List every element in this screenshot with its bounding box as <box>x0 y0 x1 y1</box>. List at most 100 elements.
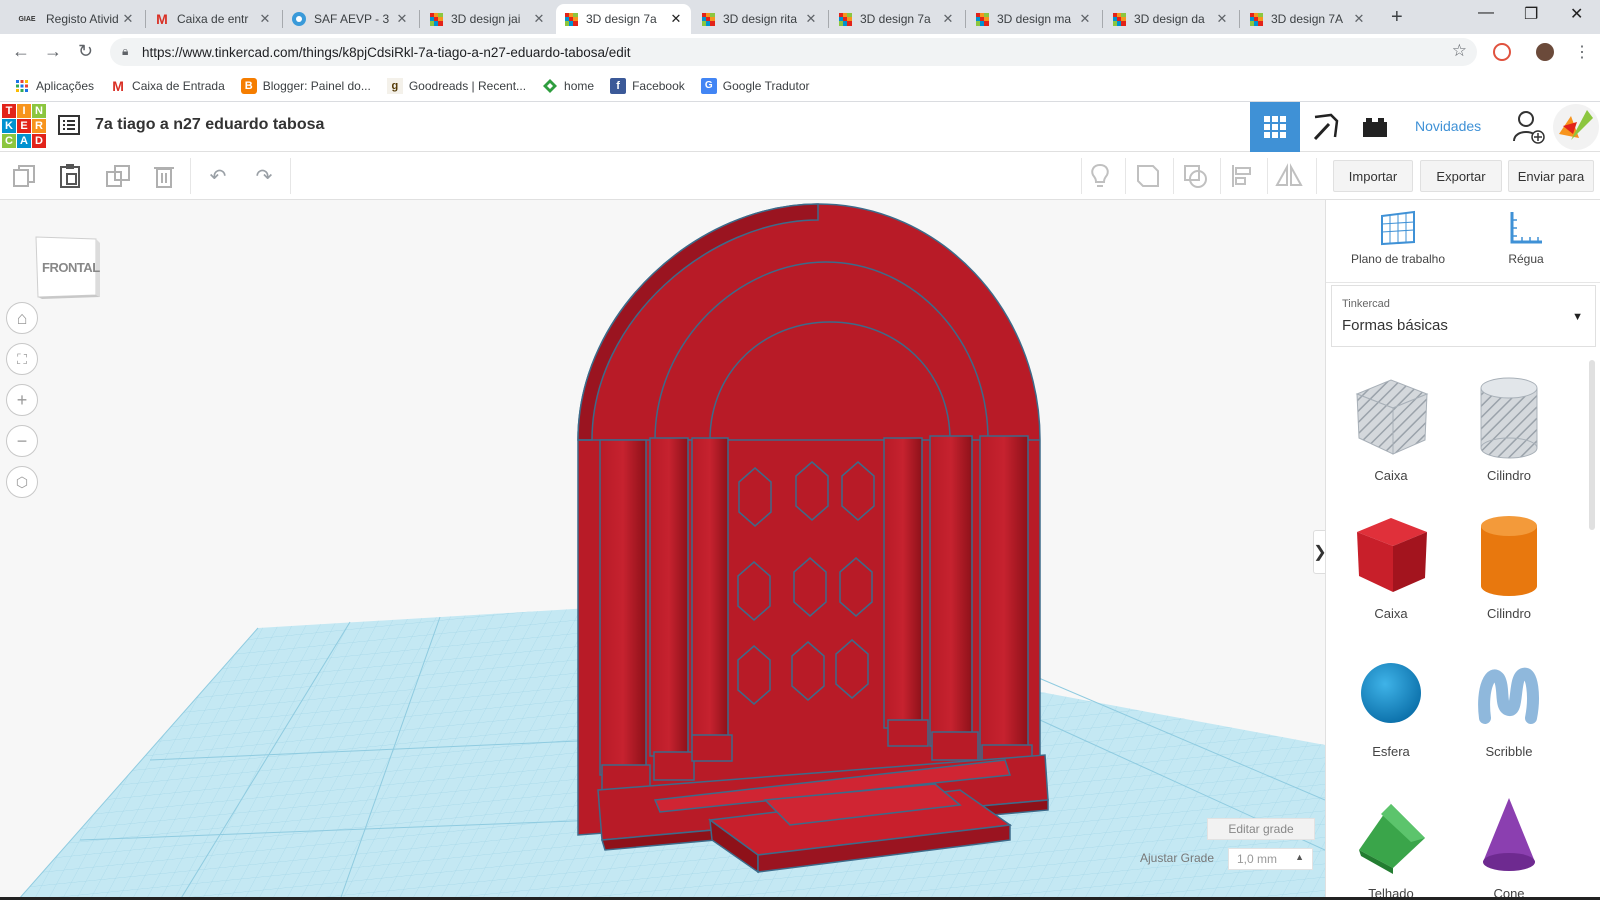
close-tab-icon[interactable]: ✕ <box>804 11 818 27</box>
paste-icon[interactable] <box>56 162 84 190</box>
zoom-out-icon[interactable]: − <box>6 425 38 457</box>
tab-title: 3D design ma <box>997 12 1072 26</box>
snap-grid-select[interactable]: 1,0 mm ▲ <box>1228 848 1313 870</box>
send-to-button[interactable]: Enviar para <box>1508 160 1594 192</box>
bookmark-goodreads[interactable]: g Goodreads | Recent... <box>386 77 526 94</box>
close-tab-icon[interactable]: ✕ <box>1078 11 1092 27</box>
close-tab-icon[interactable]: ✕ <box>1352 11 1366 27</box>
box-hole-icon <box>1355 379 1429 455</box>
profile-avatar[interactable] <box>1536 43 1554 61</box>
tinkercad-logo[interactable]: T I N K E R C A D <box>2 104 46 150</box>
fit-view-icon[interactable]: ⛶ <box>6 343 38 375</box>
shape-roof[interactable]: Telhado <box>1336 790 1446 900</box>
minecraft-button[interactable] <box>1300 102 1350 152</box>
url-bar[interactable]: 🔒︎ https://www.tinkercad.com/things/k8pj… <box>110 38 1477 66</box>
shape-cone[interactable]: Cone <box>1454 790 1564 900</box>
bookmark-blogger[interactable]: B Blogger: Painel do... <box>240 77 371 94</box>
shape-scribble[interactable]: Scribble <box>1454 648 1564 759</box>
reload-icon[interactable]: ↻ <box>78 41 93 62</box>
bookmark-home[interactable]: home <box>542 78 594 94</box>
lightbulb-icon[interactable] <box>1086 162 1114 190</box>
home-view-icon[interactable]: ⌂ <box>6 302 38 334</box>
shapes-panel: Plano de trabalho Régua Tinkercad Formas… <box>1325 200 1600 900</box>
close-tab-icon[interactable]: ✕ <box>121 11 135 27</box>
edit-grid-button[interactable]: Editar grade <box>1207 818 1315 840</box>
shape-cylinder[interactable]: Cilindro <box>1454 510 1564 621</box>
tab-title: SAF AEVP - 3 <box>314 12 390 26</box>
logo-letter: I <box>17 104 31 118</box>
extension-icon[interactable] <box>1493 43 1511 61</box>
whats-new-link[interactable]: Novidades <box>1415 118 1481 134</box>
design-list-icon[interactable] <box>58 114 80 136</box>
view-cube-label[interactable]: FRONTAL <box>42 260 100 275</box>
undo-icon[interactable]: ↶ <box>204 162 232 190</box>
group-icon[interactable] <box>1134 162 1162 190</box>
close-tab-icon[interactable]: ✕ <box>669 11 683 27</box>
browser-tab-active[interactable]: 3D design 7a ✕ <box>556 4 691 34</box>
ruler-button[interactable]: Régua <box>1466 210 1586 280</box>
duplicate-icon[interactable] <box>104 162 132 190</box>
browser-tab[interactable]: 3D design jai ✕ <box>421 4 554 34</box>
red-arch-model[interactable] <box>577 203 1049 874</box>
design-title[interactable]: 7a tiago a n27 eduardo tabosa <box>95 116 324 134</box>
browser-tab[interactable]: 3D design da ✕ <box>1104 4 1237 34</box>
workplane-scene[interactable] <box>0 200 1325 900</box>
logo-letter: T <box>2 104 16 118</box>
browser-tab[interactable]: 3D design 7a ✕ <box>830 4 963 34</box>
export-button[interactable]: Exportar <box>1420 160 1502 192</box>
3d-view-button[interactable] <box>1250 102 1300 152</box>
browser-tab[interactable]: M Caixa de entr ✕ <box>147 4 280 34</box>
workplane-button[interactable]: Plano de trabalho <box>1338 210 1458 280</box>
facebook-icon: f <box>610 77 627 94</box>
import-button[interactable]: Importar <box>1333 160 1413 192</box>
bookmark-facebook[interactable]: f Facebook <box>610 77 685 94</box>
shape-cylinder-hole[interactable]: Cilindro <box>1454 372 1564 483</box>
close-tab-icon[interactable]: ✕ <box>258 11 272 27</box>
browser-tab[interactable]: 3D design 7A ✕ <box>1241 4 1374 34</box>
shape-box-hole[interactable]: Caixa <box>1336 372 1446 483</box>
logo-letter: N <box>32 104 46 118</box>
back-icon[interactable]: ← <box>12 41 30 62</box>
redo-icon[interactable]: ↷ <box>250 162 278 190</box>
url-text[interactable]: https://www.tinkercad.com/things/k8pjCds… <box>142 45 631 60</box>
panel-collapse-icon[interactable]: ❯ <box>1313 530 1325 574</box>
bookmark-star-icon[interactable]: ☆ <box>1452 41 1467 61</box>
user-avatar[interactable] <box>1553 104 1599 150</box>
copy-icon[interactable] <box>10 162 38 190</box>
shape-box[interactable]: Caixa <box>1336 510 1446 621</box>
close-tab-icon[interactable]: ✕ <box>1215 11 1229 27</box>
delete-icon[interactable] <box>150 162 178 190</box>
address-bar-row: ← → ↻ 🔒︎ https://www.tinkercad.com/thing… <box>0 34 1600 70</box>
perspective-icon[interactable]: ⬡ <box>6 466 38 498</box>
close-window-icon[interactable]: ✕ <box>1570 4 1583 24</box>
cylinder-hole-icon <box>1480 377 1538 459</box>
close-tab-icon[interactable]: ✕ <box>395 11 409 27</box>
browser-tab[interactable]: 3D design ma ✕ <box>967 4 1100 34</box>
bookmark-gmail[interactable]: M Caixa de Entrada <box>110 78 225 94</box>
tab-title: 3D design 7A <box>1271 12 1344 26</box>
browser-tab[interactable]: GIAE Registo Ativid ✕ <box>8 4 143 34</box>
mirror-icon[interactable] <box>1275 162 1303 190</box>
browser-tab[interactable]: 3D design rita ✕ <box>693 4 826 34</box>
browser-menu-icon[interactable]: ⋮ <box>1574 42 1590 62</box>
bookmark-label: Blogger: Painel do... <box>262 78 371 93</box>
ungroup-icon[interactable] <box>1181 162 1209 190</box>
panel-scrollbar[interactable] <box>1589 360 1595 530</box>
shape-library-dropdown[interactable]: Tinkercad Formas básicas ▼ <box>1331 285 1596 347</box>
new-tab-icon[interactable]: + <box>1391 6 1403 29</box>
browser-tab[interactable]: SAF AEVP - 3 ✕ <box>284 4 417 34</box>
workplane-viewport[interactable]: FRONTAL ⌂ ⛶ + − ⬡ ❯ Editar grade Ajustar… <box>0 200 1325 900</box>
minimize-icon[interactable]: — <box>1478 4 1494 22</box>
maximize-icon[interactable]: ❐ <box>1524 4 1538 24</box>
lego-bricks-button[interactable] <box>1350 102 1400 152</box>
bookmark-apps[interactable]: Aplicações <box>14 78 94 94</box>
forward-icon[interactable]: → <box>44 41 62 62</box>
close-tab-icon[interactable]: ✕ <box>532 11 546 27</box>
align-icon[interactable] <box>1228 162 1256 190</box>
bookmark-google-translate[interactable]: G Google Tradutor <box>700 77 809 94</box>
app-header: T I N K E R C A D 7a tiago a n27 eduardo… <box>0 102 1600 152</box>
invite-user-button[interactable] <box>1505 102 1553 152</box>
close-tab-icon[interactable]: ✕ <box>941 11 955 27</box>
zoom-in-icon[interactable]: + <box>6 384 38 416</box>
shape-sphere[interactable]: Esfera <box>1336 648 1446 759</box>
